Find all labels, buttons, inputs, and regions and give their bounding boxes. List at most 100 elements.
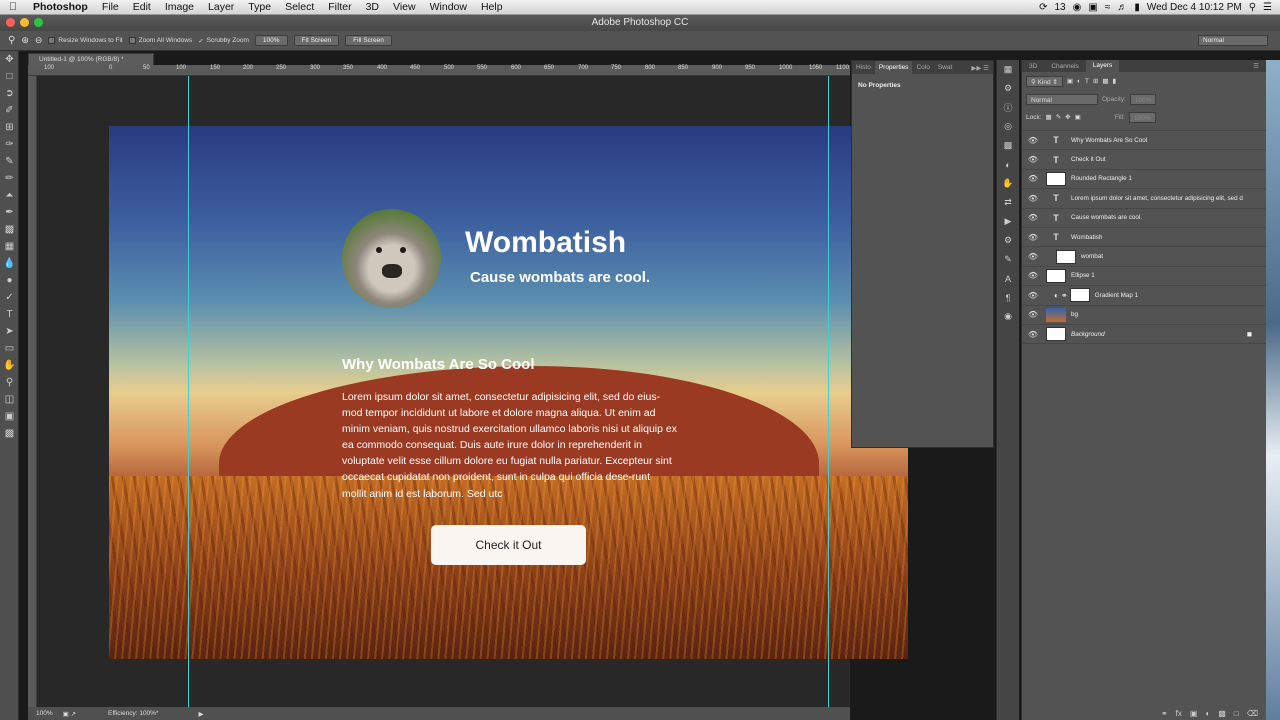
blend-mode-select[interactable]: Normal (1026, 93, 1098, 105)
eye-icon[interactable]: 👁 (1022, 136, 1044, 145)
quick-select-tool-icon[interactable]: ✐ (0, 102, 19, 119)
dock-swatches-icon[interactable]: ▩ (997, 136, 1019, 155)
group-icon[interactable]: ▩ (1218, 709, 1226, 718)
close-icon[interactable] (6, 18, 15, 27)
dock-adjustments-icon[interactable]: ◐ (997, 155, 1019, 174)
dodge-tool-icon[interactable]: ● (0, 272, 19, 289)
shape-tool-icon[interactable]: ▭ (0, 340, 19, 357)
status-arrow-icon[interactable]: ▶ (199, 710, 204, 718)
dock-brush-presets-icon[interactable]: ✎ (997, 250, 1019, 269)
layer-row[interactable]: 👁 Background ◼ (1022, 325, 1266, 345)
brush-tool-icon[interactable]: ✏ (0, 170, 19, 187)
scrubby-zoom-checkbox[interactable]: ✓ Scrubby Zoom (198, 37, 249, 45)
menu-view[interactable]: View (386, 1, 423, 13)
layer-row[interactable]: 👁 ◐ ⚭ Gradient Map 1 (1022, 286, 1266, 306)
zoom-tool-icon[interactable]: ⚲ (8, 35, 15, 46)
fit-screen-button[interactable]: Fit Screen (293, 35, 340, 46)
filter-smart-icon[interactable]: ▩ (1102, 77, 1108, 85)
opacity-input[interactable]: 100% (1129, 93, 1157, 105)
zoom-in-icon[interactable]: ⊕ (21, 35, 29, 46)
clock[interactable]: Wed Dec 4 10:12 PM (1147, 2, 1242, 13)
dock-navigator-icon[interactable]: ◎ (997, 117, 1019, 136)
trash-icon[interactable]: ⌫ (1247, 709, 1258, 718)
tab-history[interactable]: Histo (852, 64, 875, 71)
healing-tool-icon[interactable]: ✎ (0, 153, 19, 170)
tab-layers[interactable]: Layers (1085, 60, 1120, 72)
volume-icon[interactable]: ♬ (1117, 2, 1127, 13)
layer-row[interactable]: 👁 bg (1022, 306, 1266, 325)
lock-all-icon[interactable]: ▣ (1075, 113, 1081, 121)
resize-windows-checkbox[interactable]: Resize Windows to Fit (48, 37, 123, 44)
filter-type-icon[interactable]: T (1085, 78, 1089, 85)
fill-screen-button[interactable]: Fill Screen (345, 35, 392, 46)
layers-menu-icon[interactable]: ☰ (1246, 62, 1266, 70)
eye-icon[interactable]: 👁 (1022, 291, 1044, 300)
fx-icon[interactable]: fx (1176, 709, 1182, 718)
menu-type[interactable]: Type (241, 1, 278, 13)
list-icon[interactable]: ☰ (1263, 2, 1272, 13)
dock-history-icon[interactable]: ▦ (997, 60, 1019, 79)
tab-channels[interactable]: Channels (1044, 63, 1085, 70)
menu-filter[interactable]: Filter (321, 1, 358, 13)
eye-icon[interactable]: 👁 (1022, 174, 1044, 183)
eye-icon[interactable]: 👁 (1022, 330, 1044, 339)
document-tab[interactable]: Untitled-1 @ 100% (RGB/8) * (28, 53, 154, 65)
layer-row[interactable]: 👁 T Check it Out (1022, 150, 1266, 170)
filter-pixel-icon[interactable]: ▣ (1067, 77, 1073, 85)
quick-mask-icon[interactable]: ▣ (0, 408, 19, 425)
layer-row[interactable]: 👁 Rounded Rectangle 1 (1022, 170, 1266, 190)
dock-tool-presets-icon[interactable]: ⚙ (997, 79, 1019, 98)
layer-row[interactable]: 👁 T Wombatish (1022, 228, 1266, 248)
filter-toggle-icon[interactable]: ▮ (1113, 77, 1117, 85)
dock-3d-icon[interactable]: ◉ (997, 307, 1019, 326)
color-swatches-icon[interactable]: ◫ (0, 391, 19, 408)
dock-character-icon[interactable]: A (997, 269, 1019, 288)
layer-row[interactable]: 👁 T Why Wombats Are So Cool (1022, 131, 1266, 151)
apple-icon[interactable]:  (0, 1, 26, 13)
wifi-icon[interactable]: ≈ (1105, 2, 1111, 13)
lock-paint-icon[interactable]: ✎ (1056, 113, 1061, 121)
menu-3d[interactable]: 3D (359, 1, 386, 13)
layer-row[interactable]: 👁 T Cause wombats are cool. (1022, 209, 1266, 228)
dock-info-icon[interactable]: ⓘ (997, 98, 1019, 117)
search-icon[interactable]: ⚲ (1249, 2, 1256, 13)
blur-tool-icon[interactable]: 💧 (0, 255, 19, 272)
menu-layer[interactable]: Layer (201, 1, 241, 13)
menu-select[interactable]: Select (278, 1, 321, 13)
dock-brush-icon[interactable]: ✋ (997, 174, 1019, 193)
eye-icon[interactable]: 👁 (1022, 194, 1044, 203)
check-it-out-button[interactable]: Check it Out (431, 525, 586, 565)
guide-line-right[interactable] (828, 76, 829, 707)
lasso-tool-icon[interactable]: ➲ (0, 85, 19, 102)
fill-input[interactable]: 100% (1128, 111, 1156, 123)
battery-icon[interactable]: ▮ (1134, 2, 1140, 13)
status-icons[interactable]: ▣ ↗ (63, 710, 76, 718)
tab-3d[interactable]: 3D (1022, 63, 1044, 70)
status-efficiency[interactable]: Efficiency: 100%* (108, 710, 158, 717)
menu-edit[interactable]: Edit (126, 1, 158, 13)
guide-line-left[interactable] (188, 76, 189, 707)
crop-tool-icon[interactable]: ⊞ (0, 119, 19, 136)
mask-icon[interactable]: ▣ (1190, 709, 1198, 718)
menu-help[interactable]: Help (474, 1, 510, 13)
menu-image[interactable]: Image (158, 1, 201, 13)
zoom-100-button[interactable]: 100% (254, 35, 288, 46)
stamp-tool-icon[interactable]: ⏶ (0, 187, 19, 204)
eye-icon[interactable]: 👁 (1022, 271, 1044, 280)
zoom-out-icon[interactable]: ⊖ (35, 35, 43, 46)
lock-move-icon[interactable]: ✥ (1065, 113, 1070, 121)
pen-tool-icon[interactable]: ✓ (0, 289, 19, 306)
eye-icon[interactable]: 👁 (1022, 233, 1044, 242)
tab-swatches[interactable]: Swat (934, 64, 956, 71)
link-layers-icon[interactable]: ⚭ (1161, 709, 1168, 718)
display-icon[interactable]: ▣ (1088, 2, 1097, 13)
new-layer-icon[interactable]: □ (1234, 709, 1239, 718)
type-tool-icon[interactable]: T (0, 306, 19, 323)
tab-properties[interactable]: Properties (874, 61, 913, 74)
status-zoom[interactable]: 100% (36, 710, 53, 717)
adjustment-layer-icon[interactable]: ◐ (1205, 709, 1210, 718)
document-canvas[interactable]: Wombatish Cause wombats are cool. Why Wo… (109, 126, 908, 659)
minimize-icon[interactable] (20, 18, 29, 27)
menu-app-name[interactable]: Photoshop (26, 1, 95, 13)
panel-menu-icon[interactable]: ▶▶ ☰ (967, 64, 993, 72)
